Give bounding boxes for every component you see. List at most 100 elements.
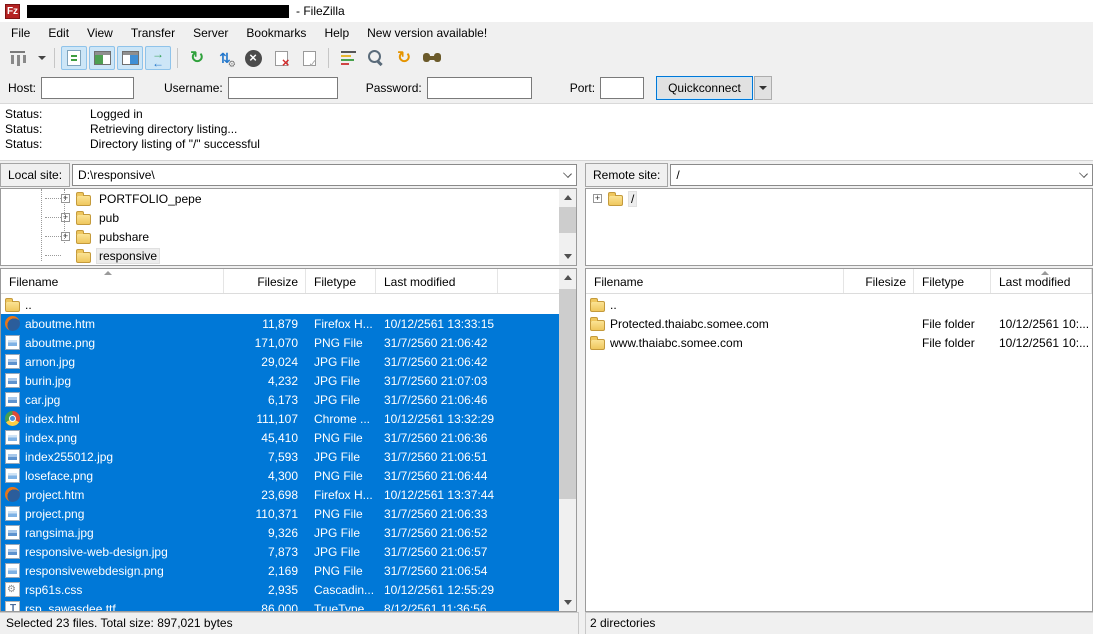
- toggle-message-log-button[interactable]: [61, 46, 87, 70]
- scroll-down-icon[interactable]: [559, 248, 576, 265]
- tree-item-label: responsive: [96, 248, 160, 264]
- last-modified: 31/7/2560 21:06:46: [376, 393, 498, 407]
- rangsima.jpg[interactable]: rangsima.jpg 9,326 JPG File 31/7/2560 21…: [1, 523, 559, 542]
- synchronized-browsing-button[interactable]: [391, 46, 417, 70]
- menu-item[interactable]: New version available!: [358, 23, 496, 43]
- burin.jpg[interactable]: burin.jpg 4,232 JPG File 31/7/2560 21:07…: [1, 371, 559, 390]
- menu-item[interactable]: Transfer: [122, 23, 184, 43]
- host-input[interactable]: [41, 77, 134, 99]
- local-list-scrollbar[interactable]: [559, 269, 576, 611]
- scrollbar-thumb[interactable]: [559, 289, 576, 499]
- file-icon: [5, 563, 20, 578]
- quickconnect-dropdown[interactable]: [754, 76, 772, 100]
- quickconnect-button[interactable]: Quickconnect: [656, 76, 753, 100]
- responsivewebdesign.png[interactable]: responsivewebdesign.png 2,169 PNG File 3…: [1, 561, 559, 580]
- filetype: JPG File: [306, 374, 376, 388]
- local-tree-scrollbar[interactable]: [559, 189, 576, 265]
- menu-item[interactable]: File: [2, 23, 39, 43]
- index255012.jpg[interactable]: index255012.jpg 7,593 JPG File 31/7/2560…: [1, 447, 559, 466]
- toggle-remote-tree-button[interactable]: [117, 46, 143, 70]
- column-header-filetype[interactable]: Filetype: [306, 269, 376, 293]
- menu-item[interactable]: Edit: [39, 23, 78, 43]
- directory-comparison-button[interactable]: [363, 46, 389, 70]
- rsp_sawasdee.ttf[interactable]: rsp_sawasdee.ttf 86,000 TrueType... 8/12…: [1, 599, 559, 611]
- expand-icon[interactable]: +: [593, 194, 602, 203]
- filename: project.htm: [25, 488, 84, 502]
- local-site-path: D:\responsive\: [78, 168, 155, 182]
- project.png[interactable]: project.png 110,371 PNG File 31/7/2560 2…: [1, 504, 559, 523]
- expand-icon[interactable]: +: [61, 232, 70, 241]
- expand-icon[interactable]: +: [61, 194, 70, 203]
- arnon.jpg[interactable]: arnon.jpg 29,024 JPG File 31/7/2560 21:0…: [1, 352, 559, 371]
- column-header-filesize[interactable]: Filesize: [224, 269, 306, 293]
- filesize: 6,173: [224, 393, 306, 407]
- directory-listing-filters-button[interactable]: [335, 46, 361, 70]
- toolbar-separator: [177, 48, 178, 68]
- tree-item[interactable]: + pub: [1, 208, 576, 227]
- chevron-down-icon[interactable]: [1079, 169, 1088, 178]
- filetype: PNG File: [306, 564, 376, 578]
- chevron-down-icon[interactable]: [563, 169, 572, 178]
- toolbar-icon: [94, 51, 111, 65]
- disconnect-button[interactable]: [268, 46, 294, 70]
- ..[interactable]: ..: [1, 295, 559, 314]
- filename: ..: [25, 298, 32, 312]
- site-manager-button[interactable]: [5, 46, 31, 70]
- www.thaiabc.somee.com[interactable]: www.thaiabc.somee.com File folder 10/12/…: [586, 333, 1092, 352]
- scroll-down-icon[interactable]: [559, 594, 576, 611]
- filetype: Cascadin...: [306, 583, 376, 597]
- loseface.png[interactable]: loseface.png 4,300 PNG File 31/7/2560 21…: [1, 466, 559, 485]
- index.html[interactable]: index.html 111,107 Chrome ... 10/12/2561…: [1, 409, 559, 428]
- index.png[interactable]: index.png 45,410 PNG File 31/7/2560 21:0…: [1, 428, 559, 447]
- rsp61s.css[interactable]: rsp61s.css 2,935 Cascadin... 10/12/2561 …: [1, 580, 559, 599]
- toggle-transfer-queue-button[interactable]: [145, 46, 171, 70]
- car.jpg[interactable]: car.jpg 6,173 JPG File 31/7/2560 21:06:4…: [1, 390, 559, 409]
- ..[interactable]: ..: [586, 295, 1092, 314]
- expand-icon[interactable]: +: [61, 213, 70, 222]
- filetype: JPG File: [306, 393, 376, 407]
- tree-item[interactable]: + pubshare: [1, 227, 576, 246]
- filetype: File folder: [914, 336, 991, 350]
- file-icon: [5, 430, 20, 445]
- aboutme.htm[interactable]: aboutme.htm 11,879 Firefox H... 10/12/25…: [1, 314, 559, 333]
- last-modified: 31/7/2560 21:06:57: [376, 545, 498, 559]
- column-header-filesize[interactable]: Filesize: [844, 269, 914, 293]
- process-queue-button[interactable]: [212, 46, 238, 70]
- find-files-button[interactable]: [419, 46, 445, 70]
- local-site-combobox[interactable]: D:\responsive\: [72, 164, 577, 186]
- column-header-filename[interactable]: Filename: [586, 269, 844, 293]
- username-input[interactable]: [228, 77, 338, 99]
- cancel-operation-button[interactable]: [240, 46, 266, 70]
- password-input[interactable]: [427, 77, 532, 99]
- aboutme.png[interactable]: aboutme.png 171,070 PNG File 31/7/2560 2…: [1, 333, 559, 352]
- menu-item[interactable]: Help: [315, 23, 358, 43]
- filesize: 29,024: [224, 355, 306, 369]
- site-manager-dropdown[interactable]: [33, 46, 48, 70]
- remote-directory-tree: + /: [585, 188, 1093, 266]
- column-header-last-modified[interactable]: Last modified: [376, 269, 498, 293]
- file-icon: [5, 601, 20, 611]
- reconnect-button[interactable]: [296, 46, 322, 70]
- port-input[interactable]: [600, 77, 644, 99]
- toggle-local-tree-button[interactable]: [89, 46, 115, 70]
- menu-item[interactable]: Bookmarks: [237, 23, 315, 43]
- column-header-filename[interactable]: Filename: [1, 269, 224, 293]
- scroll-up-icon[interactable]: [559, 269, 576, 286]
- last-modified: 31/7/2560 21:06:36: [376, 431, 498, 445]
- tree-item[interactable]: + responsive: [1, 246, 576, 265]
- scrollbar-thumb[interactable]: [559, 207, 576, 233]
- remote-site-combobox[interactable]: /: [670, 164, 1093, 186]
- local-site-label: Local site:: [0, 163, 70, 187]
- column-header-filetype[interactable]: Filetype: [914, 269, 991, 293]
- menu-item[interactable]: Server: [184, 23, 237, 43]
- scroll-up-icon[interactable]: [559, 189, 576, 206]
- project.htm[interactable]: project.htm 23,698 Firefox H... 10/12/25…: [1, 485, 559, 504]
- Protected.thaiabc.somee.com[interactable]: Protected.thaiabc.somee.com File folder …: [586, 314, 1092, 333]
- last-modified: 10/12/2561 13:33:15: [376, 317, 498, 331]
- refresh-button[interactable]: [184, 46, 210, 70]
- file-icon: [5, 525, 20, 540]
- tree-item[interactable]: + PORTFOLIO_pepe: [1, 189, 576, 208]
- tree-item[interactable]: + /: [586, 189, 1092, 208]
- responsive-web-design.jpg[interactable]: responsive-web-design.jpg 7,873 JPG File…: [1, 542, 559, 561]
- menu-item[interactable]: View: [78, 23, 122, 43]
